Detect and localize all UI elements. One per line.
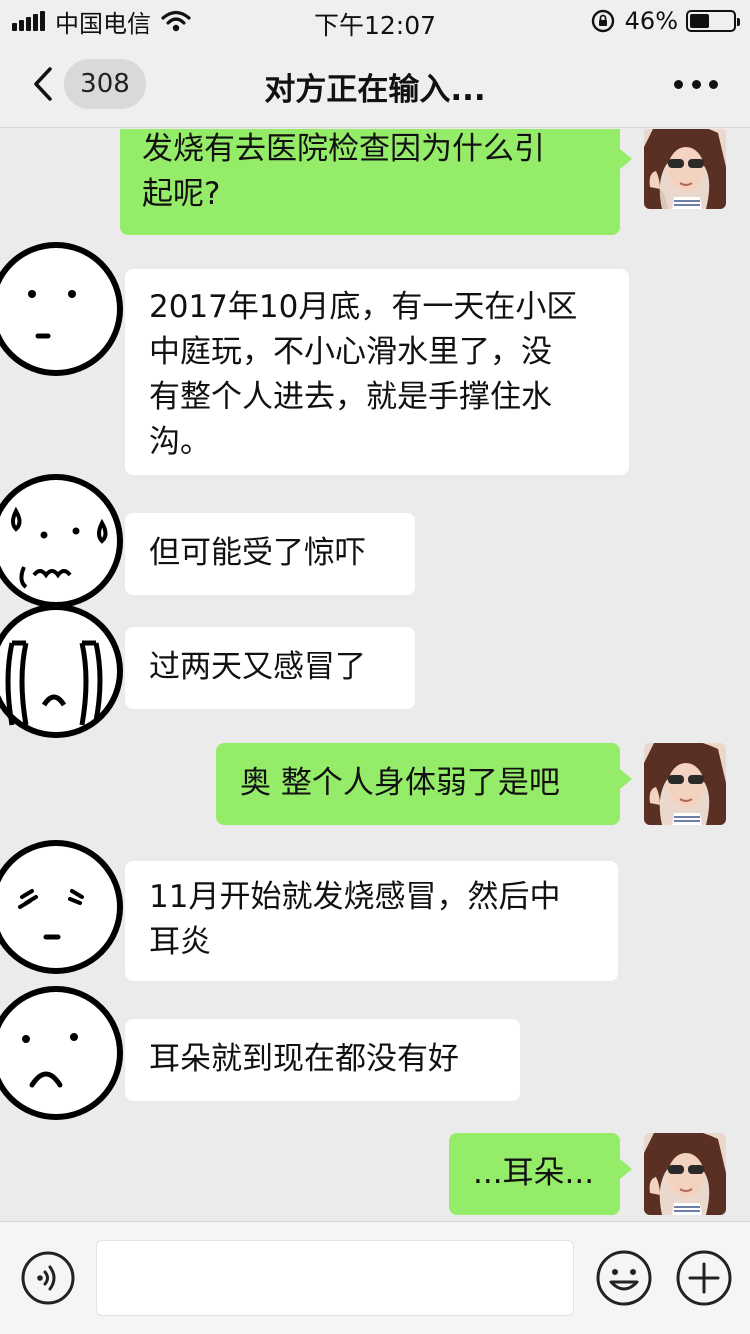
my-message-bubble[interactable]: 发烧有去医院检查因为什么引 起呢? [120, 129, 632, 235]
message-line: 但可能受了惊吓 [149, 535, 366, 571]
message-row: 过两天又感冒了 [0, 599, 750, 738]
frowning-face-avatar[interactable] [0, 837, 128, 977]
message-line: 发烧有去医院检查因为什么引 [142, 131, 545, 167]
voice-icon[interactable] [20, 1250, 76, 1306]
their-message-bubble[interactable]: 2017年10月底，有一天在小区 中庭玩，不小心滑水里了，没 有整个人进去，就是… [125, 269, 629, 475]
sad-face-avatar[interactable] [0, 981, 128, 1125]
status-right: 46% [591, 7, 740, 35]
message-line: 中庭玩，不小心滑水里了，没 [149, 334, 552, 370]
battery-percent: 46% [624, 7, 678, 35]
message-input[interactable] [96, 1240, 574, 1316]
message-row: 奥 整个人身体弱了是吧 [0, 741, 750, 841]
message-row: 11月开始就发烧感冒，然后中 耳炎 [0, 837, 750, 997]
message-row: 耳朵就到现在都没有好 [0, 981, 750, 1121]
message-line: 2017年10月底，有一天在小区 [149, 289, 578, 325]
their-message-bubble[interactable]: 11月开始就发烧感冒，然后中 耳炎 [125, 861, 618, 981]
message-row: 发烧有去医院检查因为什么引 起呢? [0, 129, 750, 237]
chevron-left-icon[interactable] [28, 66, 58, 102]
input-bar [0, 1221, 750, 1334]
message-line: 有整个人进去，就是手撑住水 [149, 379, 552, 415]
nav-bar: 308 对方正在输入... [0, 40, 750, 128]
crying-face-avatar[interactable] [0, 599, 128, 741]
message-row: ...耳朵... [0, 1129, 750, 1221]
battery-fill [690, 14, 710, 28]
message-line: 起呢? [142, 176, 221, 212]
emoji-icon[interactable] [594, 1248, 654, 1308]
my-message-bubble[interactable]: 奥 整个人身体弱了是吧 [216, 743, 632, 825]
message-line: 沟。 [149, 424, 211, 460]
plus-icon[interactable] [674, 1248, 734, 1308]
unread-count-badge[interactable]: 308 [64, 59, 146, 109]
sweating-face-avatar[interactable] [0, 471, 128, 611]
message-line: 11月开始就发烧感冒，然后中 [149, 879, 561, 915]
message-row: 2017年10月底，有一天在小区 中庭玩，不小心滑水里了，没 有整个人进去，就是… [0, 239, 750, 479]
message-line: 奥 整个人身体弱了是吧 [240, 765, 560, 801]
more-dots-icon[interactable] [674, 70, 718, 98]
plain-face-avatar[interactable] [0, 239, 126, 379]
message-row: 但可能受了惊吓 [0, 471, 750, 608]
message-line: 过两天又感冒了 [149, 649, 366, 685]
my-avatar[interactable] [644, 743, 726, 825]
message-line: 耳朵就到现在都没有好 [149, 1041, 459, 1077]
their-message-bubble[interactable]: 耳朵就到现在都没有好 [125, 1019, 520, 1101]
my-message-bubble[interactable]: ...耳朵... [449, 1133, 632, 1215]
my-avatar[interactable] [644, 129, 726, 209]
battery-icon [686, 10, 740, 32]
message-line: ...耳朵... [473, 1155, 595, 1191]
orientation-lock-icon [591, 9, 614, 33]
message-line: 耳炎 [149, 924, 211, 960]
chat-area[interactable]: 发烧有去医院检查因为什么引 起呢? 2017年10月底，有一天在小区 中庭玩，不… [0, 129, 750, 1221]
my-avatar[interactable] [644, 1133, 726, 1215]
their-message-bubble[interactable]: 过两天又感冒了 [125, 627, 415, 709]
status-bar: 中国电信 下午12:07 46% [0, 0, 750, 40]
their-message-bubble[interactable]: 但可能受了惊吓 [125, 513, 415, 595]
